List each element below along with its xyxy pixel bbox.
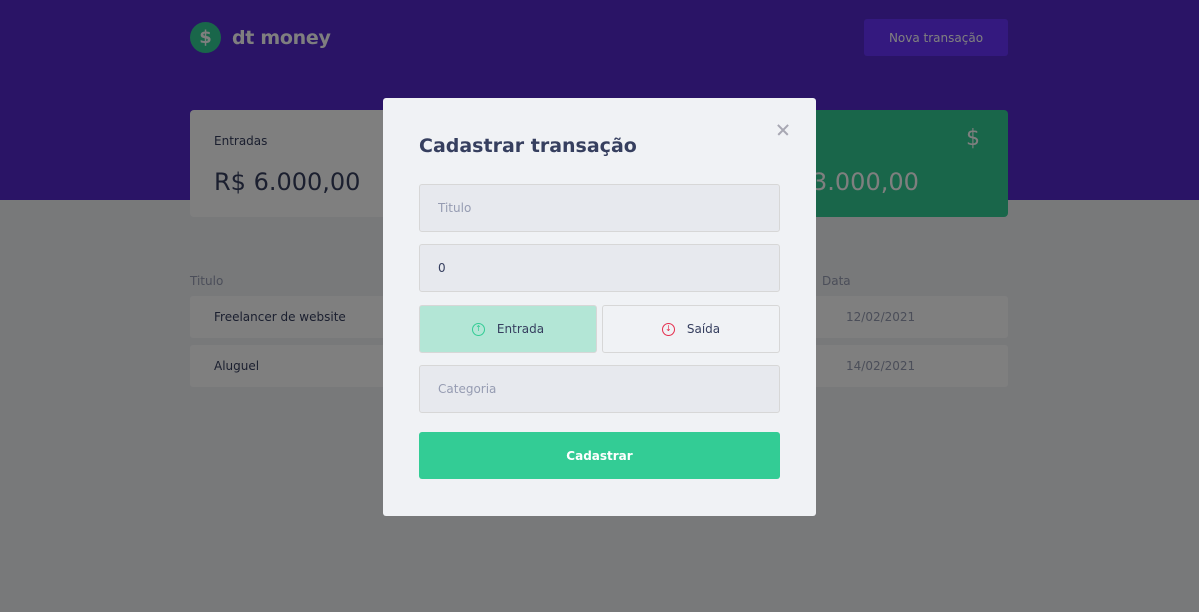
close-icon[interactable] xyxy=(775,122,791,138)
modal-title: Cadastrar transação xyxy=(419,135,637,157)
new-transaction-modal: Cadastrar transação ↑ Entrada ↓ Saída Ca… xyxy=(383,98,816,516)
submit-button[interactable]: Cadastrar xyxy=(419,432,780,479)
outcome-type-button[interactable]: ↓ Saída xyxy=(602,305,780,353)
outcome-type-label: Saída xyxy=(686,322,721,336)
category-input[interactable] xyxy=(419,365,780,413)
amount-input[interactable] xyxy=(419,244,780,292)
arrow-down-circle-icon: ↓ xyxy=(661,322,675,336)
arrow-up-circle-icon: ↑ xyxy=(471,322,485,336)
income-type-label: Entrada xyxy=(496,322,545,336)
title-input[interactable] xyxy=(419,184,780,232)
income-type-button[interactable]: ↑ Entrada xyxy=(419,305,597,353)
